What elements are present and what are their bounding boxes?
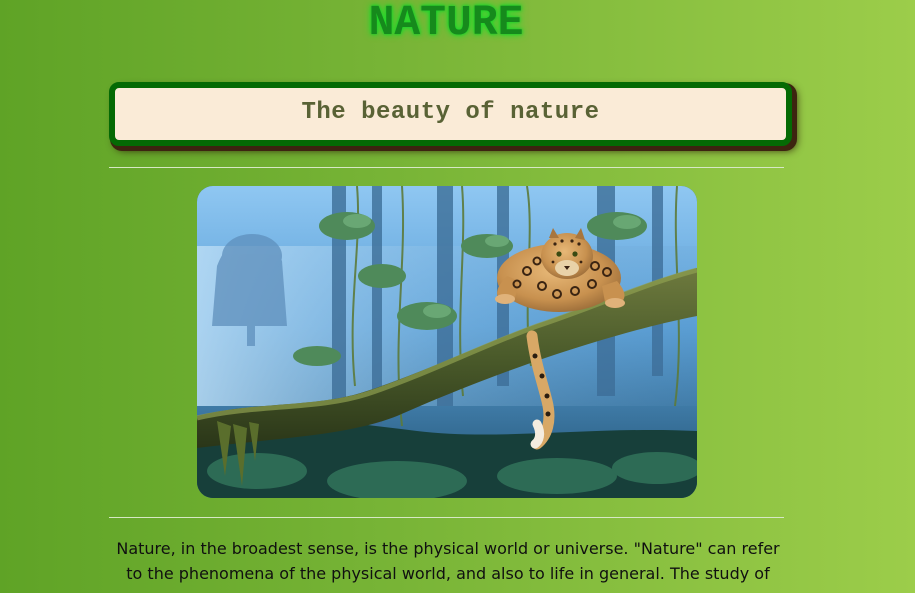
leopard-illustration [197,186,697,498]
divider-top [109,167,784,168]
page-title: NATURE [368,0,524,47]
leopard-photo [197,186,697,498]
divider-bottom [109,517,784,518]
tagline-text: The beauty of nature [301,99,600,126]
intro-paragraph: Nature, in the broadest sense, is the ph… [116,539,780,583]
tagline-banner: The beauty of nature [109,82,792,146]
